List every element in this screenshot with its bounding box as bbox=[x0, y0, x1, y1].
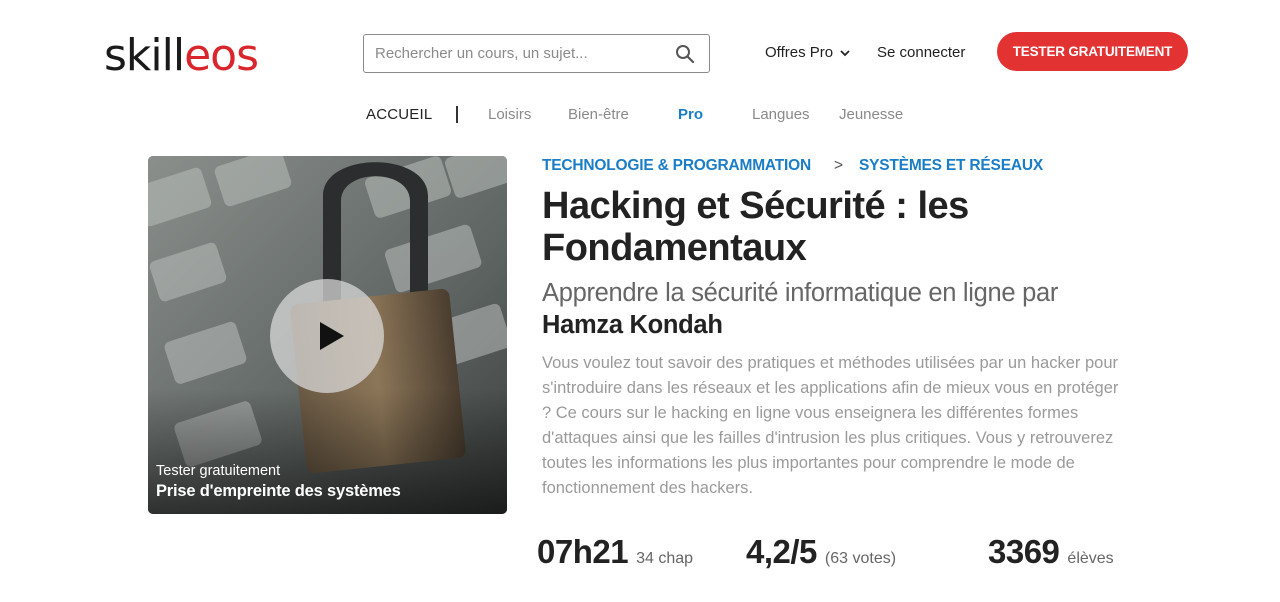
chevron-down-icon bbox=[840, 49, 850, 56]
nav-item-langues[interactable]: Langues bbox=[752, 106, 810, 123]
students-count: 3369 bbox=[988, 533, 1060, 570]
breadcrumb-category[interactable]: TECHNOLOGIE & PROGRAMMATION bbox=[542, 157, 811, 175]
course-title: Hacking et Sécurité : les Fondamentaux bbox=[542, 185, 969, 269]
login-link[interactable]: Se connecter bbox=[877, 44, 965, 61]
stat-rating: 4,2/5 (63 votes) bbox=[746, 533, 896, 571]
search-box[interactable] bbox=[363, 34, 710, 73]
play-button[interactable] bbox=[270, 279, 384, 393]
stat-duration: 07h21 34 chap bbox=[537, 533, 693, 571]
duration-value: 07h21 bbox=[537, 533, 629, 570]
video-caption-chapter: Prise d'empreinte des systèmes bbox=[156, 482, 401, 500]
course-author[interactable]: Hamza Kondah bbox=[542, 311, 723, 340]
offres-pro-menu[interactable]: Offres Pro bbox=[765, 44, 851, 61]
video-caption-try: Tester gratuitement bbox=[156, 463, 281, 479]
nav-item-accueil[interactable]: ACCUEIL bbox=[366, 106, 432, 123]
nav-divider bbox=[456, 106, 458, 123]
chapters-count: 34 chap bbox=[636, 550, 694, 567]
nav-item-loisirs[interactable]: Loisirs bbox=[488, 106, 531, 123]
nav-item-jeunesse[interactable]: Jeunesse bbox=[839, 106, 903, 123]
rating-value: 4,2/5 bbox=[746, 533, 817, 570]
offres-pro-label: Offres Pro bbox=[765, 44, 834, 61]
nav-item-bien-etre[interactable]: Bien-être bbox=[568, 106, 629, 123]
search-icon[interactable] bbox=[675, 44, 695, 64]
course-description: Vous voulez tout savoir des pratiques et… bbox=[542, 354, 1119, 497]
votes-count: (63 votes) bbox=[824, 550, 897, 567]
course-subtitle: Apprendre la sécurité informatique en li… bbox=[542, 279, 1059, 307]
skilleos-logo[interactable]: skilleos bbox=[104, 34, 259, 78]
students-label: élèves bbox=[1067, 550, 1114, 567]
nav-item-pro[interactable]: Pro bbox=[678, 106, 703, 123]
play-icon bbox=[320, 322, 344, 350]
logo-text-red: eos bbox=[184, 30, 259, 81]
breadcrumb-separator: > bbox=[834, 157, 843, 174]
logo-text-dark: skill bbox=[104, 30, 185, 81]
course-video-preview[interactable]: Tester gratuitement Prise d'empreinte de… bbox=[148, 156, 507, 514]
category-nav: ACCUEIL Loisirs Bien-être Pro Langues Je… bbox=[0, 106, 1280, 128]
breadcrumb-subcategory[interactable]: SYSTÈMES ET RÉSEAUX bbox=[859, 157, 1043, 175]
search-input[interactable] bbox=[364, 35, 664, 72]
try-free-button[interactable]: TESTER GRATUITEMENT bbox=[997, 32, 1188, 71]
stat-students: 3369 élèves bbox=[988, 533, 1114, 571]
